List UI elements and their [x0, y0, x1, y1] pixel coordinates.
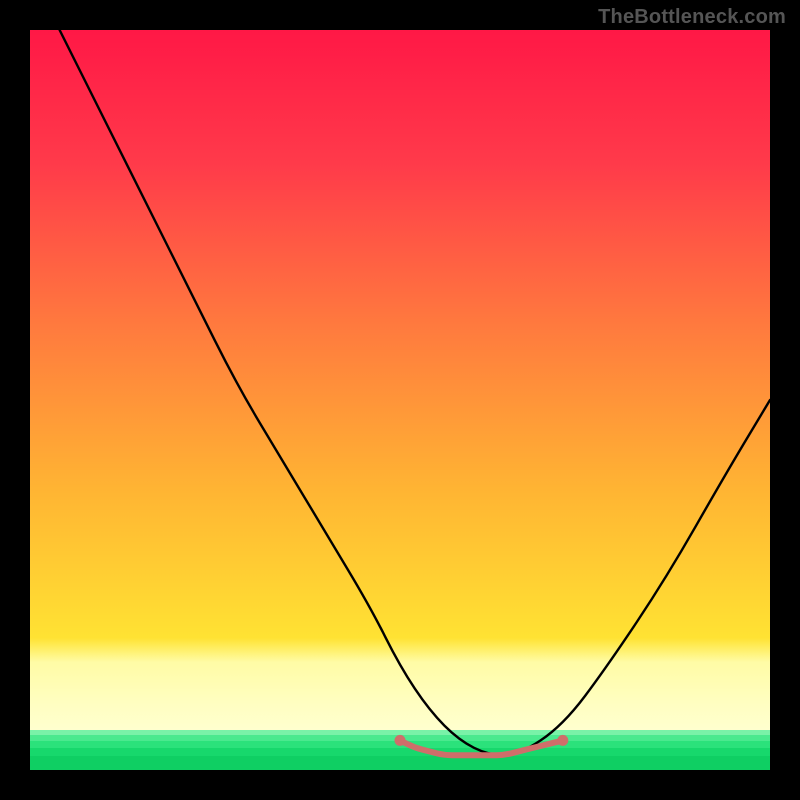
- chart-frame: TheBottleneck.com: [0, 0, 800, 800]
- watermark-text: TheBottleneck.com: [598, 6, 786, 29]
- plot-area: [30, 30, 770, 770]
- bottleneck-chart: [30, 30, 770, 770]
- highlight-dot: [395, 735, 406, 746]
- pale-band: [30, 638, 770, 734]
- highlight-dot: [557, 735, 568, 746]
